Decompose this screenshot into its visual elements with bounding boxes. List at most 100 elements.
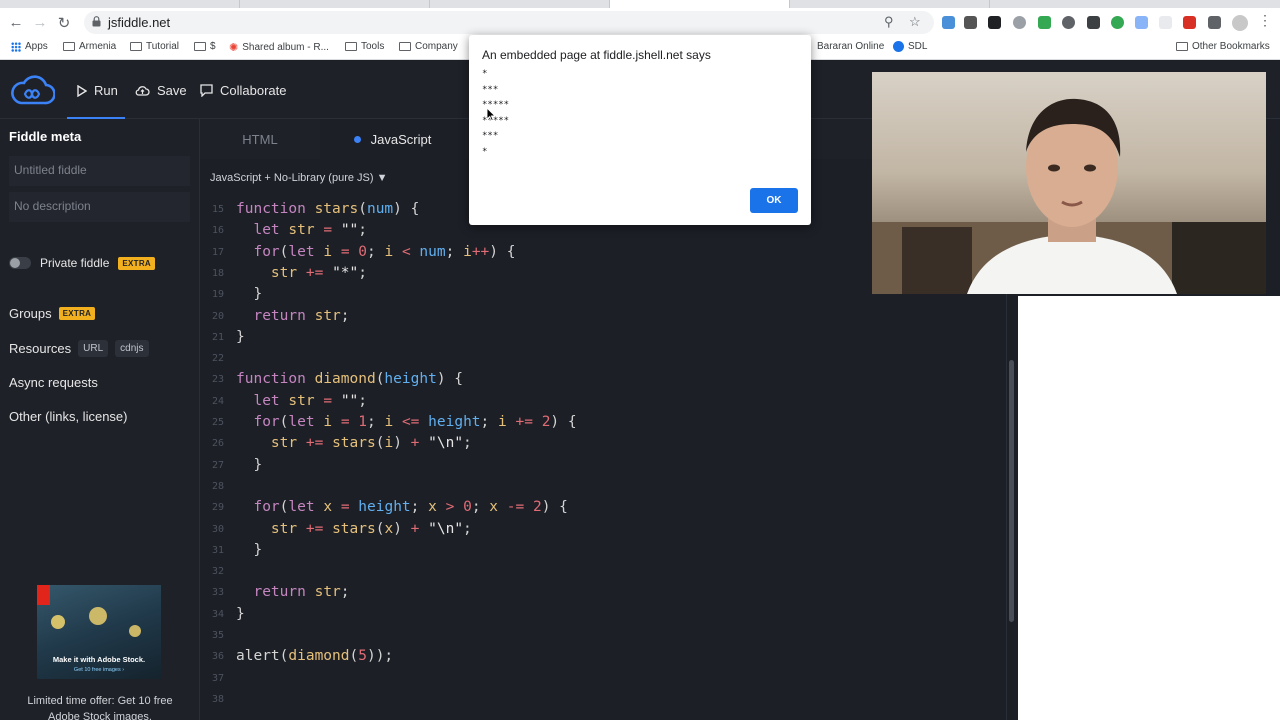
star-icon[interactable]: ☆ [909,14,921,30]
code-text: } [236,456,263,473]
browser-tab[interactable] [0,0,240,8]
code-text: function stars(num) { [236,201,420,217]
tab-html[interactable]: HTML [200,119,320,159]
code-text: str += stars(i) + "\n"; [270,435,472,452]
lantern-icon [89,607,107,625]
private-fiddle-row[interactable]: Private fiddle EXTRA [9,256,155,270]
code-text: let str = ""; [253,222,368,239]
save-button[interactable]: Save [135,83,187,98]
line-number: 38 [211,693,224,705]
editor-scrollbar[interactable] [1009,360,1014,622]
code-line[interactable]: 23 function diamond(height) { [200,369,1006,390]
code-line[interactable]: 29 for(let x = height; x > 0; x -= 2) { [200,497,1006,518]
fiddle-description-input[interactable]: No description [9,192,190,222]
browser-tab[interactable] [430,0,610,8]
code-line[interactable]: 21} [200,327,1006,348]
bookmark-dollar[interactable]: $ [194,41,216,52]
code-line[interactable]: 33 return str; [200,582,1006,603]
line-number: 24 [211,395,224,407]
folder-icon [399,42,411,51]
bookmark-apps[interactable]: Apps [11,41,48,52]
extension-sync-icon[interactable] [1038,16,1051,29]
fiddle-title-input[interactable]: Untitled fiddle [9,156,190,186]
ad-headline: Make it with Adobe Stock. [52,655,146,664]
code-text: alert(diamond(5)); [236,648,394,665]
resources-url-chip[interactable]: URL [78,340,109,357]
code-line[interactable]: 28 [200,476,1006,497]
jsfiddle-logo-icon[interactable] [9,75,55,107]
line-number: 37 [211,672,224,684]
extension-green-icon[interactable] [1111,16,1124,29]
more-menu-icon[interactable]: ⋮ [1258,12,1272,29]
code-line[interactable]: 26 str += stars(i) + "\n"; [200,433,1006,454]
extra-badge: EXTRA [118,256,155,270]
collaborate-button[interactable]: Collaborate [200,83,287,98]
line-number: 33 [211,587,224,599]
bookmark-shared-album[interactable]: ✺ Shared album - R... [229,41,329,54]
ad-offer-text[interactable]: Limited time offer: Get 10 free Adobe St… [13,693,187,720]
bookmark-tools[interactable]: Tools [345,41,384,52]
line-number: 34 [211,608,224,620]
code-line[interactable]: 32 [200,561,1006,582]
code-line[interactable]: 35 [200,625,1006,646]
code-line[interactable]: 24 let str = ""; [200,391,1006,412]
extension-skype-icon[interactable] [1013,16,1026,29]
code-line[interactable]: 36 alert(diamond(5)); [200,646,1006,667]
sidebar-item-groups[interactable]: Groups EXTRA [9,306,96,321]
run-button[interactable]: Run [77,83,118,98]
back-icon[interactable]: ← [4,8,28,37]
alert-ok-button[interactable]: OK [750,188,798,213]
ad-subline: Get 10 free images › [73,667,125,673]
code-line[interactable]: 20 return str; [200,306,1006,327]
extension-cloud-icon[interactable] [964,16,977,29]
browser-tab-active[interactable] [610,0,790,8]
bookmark-tutorial[interactable]: Tutorial [130,41,179,52]
extensions-puzzle-icon[interactable] [1208,16,1221,29]
code-text: for(let x = height; x > 0; x -= 2) { [253,499,568,516]
code-line[interactable]: 34} [200,604,1006,625]
bookmark-bararan[interactable]: Bararan Online [817,41,884,52]
tab-javascript[interactable]: JavaScript [320,119,465,159]
code-line[interactable]: 25 for(let i = 1; i <= height; i += 2) { [200,412,1006,433]
reload-icon[interactable]: ↻ [52,8,76,37]
extension-hat-icon[interactable] [1087,16,1100,29]
code-line[interactable]: 30 str += stars(x) + "\n"; [200,519,1006,540]
code-line[interactable]: 27 } [200,455,1006,476]
sidebar-item-other[interactable]: Other (links, license) [9,409,127,424]
code-line[interactable]: 37 [200,668,1006,689]
extension-red-icon[interactable] [1183,16,1196,29]
result-frame[interactable] [1018,296,1280,720]
bookmark-company[interactable]: Company [399,41,458,52]
code-text: } [236,605,245,622]
code-text: return str; [253,307,350,324]
zoom-icon[interactable]: ⚲ [884,14,894,30]
sidebar-item-resources[interactable]: Resources URL cdnjs [9,340,149,357]
forward-icon[interactable]: → [28,8,52,37]
extension-calendar-icon[interactable] [1135,16,1148,29]
extension-qr-icon[interactable] [988,16,1001,29]
code-line[interactable]: 31 } [200,540,1006,561]
extension-circle-icon[interactable] [1062,16,1075,29]
private-toggle[interactable] [9,257,31,269]
presenter-video-image [872,72,1266,294]
language-selector[interactable]: JavaScript + No-Library (pure JS) ▼ [210,172,387,184]
sidebar-item-async-requests[interactable]: Async requests [9,375,98,390]
bookmark-other[interactable]: Other Bookmarks [1176,41,1270,52]
folder-icon [345,42,357,51]
resources-cdnjs-chip[interactable]: cdnjs [115,340,149,357]
bookmark-armenia[interactable]: Armenia [63,41,116,52]
code-text: for(let i = 1; i <= height; i += 2) { [253,414,577,430]
profile-avatar[interactable] [1232,15,1248,31]
extension-blank-icon[interactable] [1159,16,1172,29]
code-line[interactable]: 38 [200,689,1006,710]
extension-pen-icon[interactable] [942,16,955,29]
code-text: let str = ""; [253,392,368,409]
code-line[interactable]: 22 [200,348,1006,369]
browser-tab[interactable] [240,0,430,8]
browser-tab[interactable] [790,0,990,8]
address-bar[interactable]: jsfiddle.net ⚲ ☆ [84,11,934,34]
adobe-stock-ad-image[interactable]: Make it with Adobe Stock. Get 10 free im… [37,585,161,679]
line-number: 17 [211,246,224,258]
bookmark-sdl[interactable]: SDL [893,41,927,52]
line-number: 30 [211,523,224,535]
